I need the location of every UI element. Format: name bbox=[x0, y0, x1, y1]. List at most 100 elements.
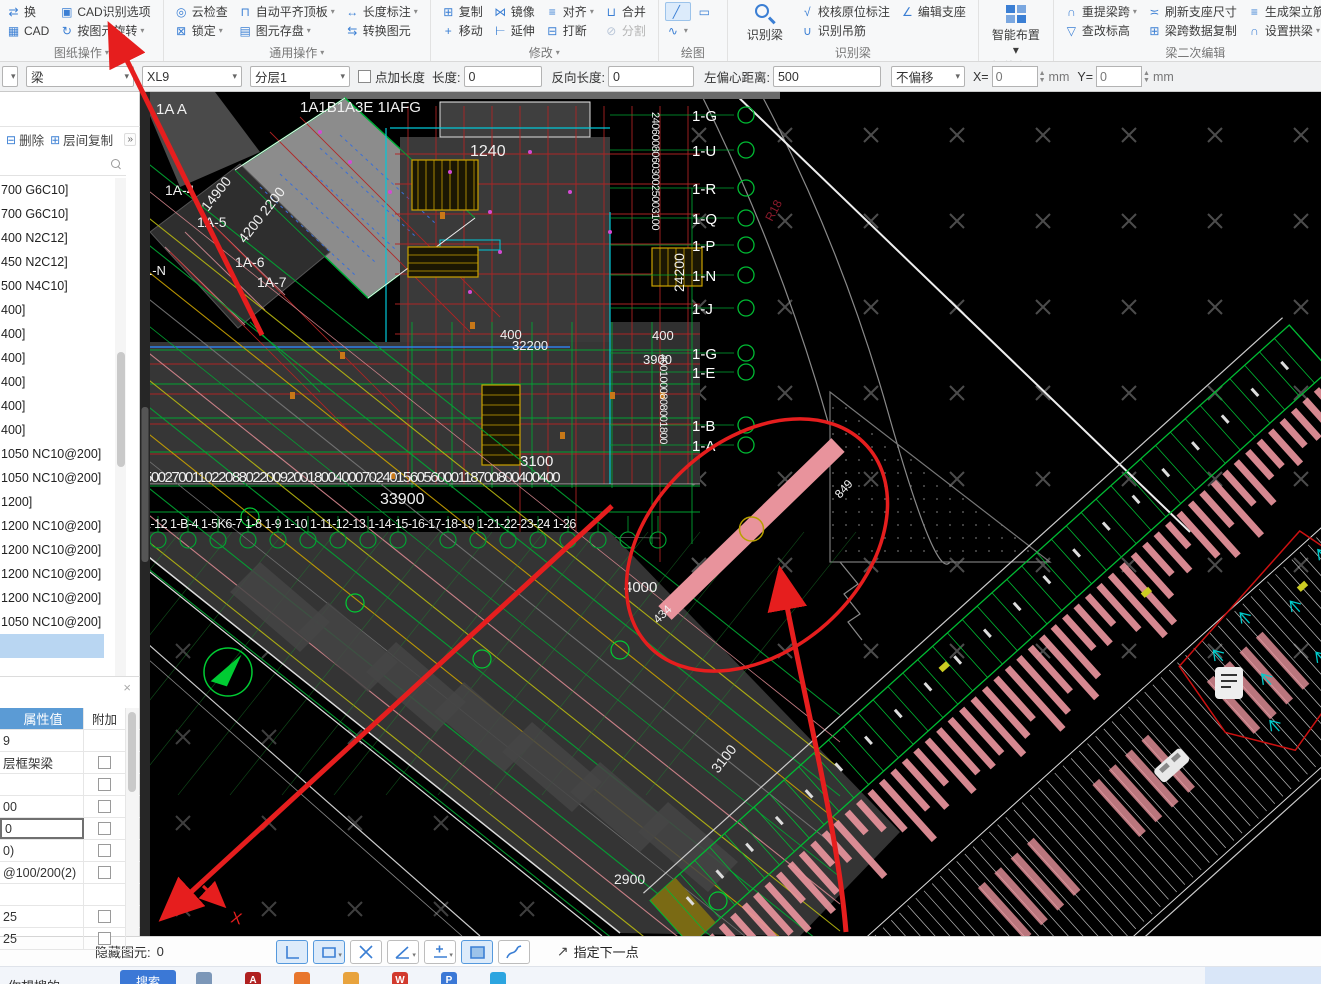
button-replace[interactable]: ⇄ 换 bbox=[2, 2, 53, 21]
button-层间复制[interactable]: ⊞ 层间复制 bbox=[50, 130, 113, 149]
list-item[interactable]: 400] bbox=[0, 370, 126, 394]
button-rebeam[interactable]: ∩ 重提梁跨 ▾ bbox=[1060, 2, 1141, 21]
plus-length-button[interactable]: ▾ bbox=[423, 939, 456, 964]
button-check[interactable]: √ 校核原位标注 bbox=[796, 2, 894, 21]
list-scrollbar[interactable] bbox=[115, 178, 126, 676]
button-convert[interactable]: ⇆ 转换图元 bbox=[341, 21, 422, 40]
button-lendim[interactable]: ↔ 长度标注 ▾ bbox=[341, 2, 422, 21]
attach-checkbox[interactable] bbox=[98, 822, 111, 835]
spinner-arrows[interactable]: ▲ ▼ bbox=[1039, 70, 1046, 84]
attach-checkbox[interactable] bbox=[98, 800, 111, 813]
dropdown-stub[interactable]: ▾ bbox=[2, 66, 18, 87]
button-rotate[interactable]: ↻ 按图元旋转 ▾ bbox=[55, 21, 154, 40]
firefox-icon[interactable] bbox=[294, 972, 310, 984]
property-value-cell[interactable]: 层框架梁 bbox=[0, 752, 84, 773]
button-copyspan[interactable]: ⊞ 梁跨数据复制 bbox=[1143, 21, 1241, 40]
dropdown-梁[interactable]: 梁 ▾ bbox=[26, 66, 134, 87]
list-item[interactable]: 1200 NC10@200] bbox=[0, 538, 126, 562]
attach-checkbox[interactable] bbox=[98, 756, 111, 769]
button-cadopt[interactable]: ▣ CAD识别选项 bbox=[55, 2, 154, 21]
property-value-cell[interactable]: 25 bbox=[0, 906, 84, 927]
input-反向长度[interactable]: 0 bbox=[607, 66, 694, 87]
scrollbar-thumb[interactable] bbox=[116, 352, 125, 467]
button-删除[interactable]: ⊟ 删除 bbox=[6, 130, 44, 149]
list-item[interactable] bbox=[0, 634, 104, 658]
list-item[interactable]: 400 N2C12] bbox=[0, 226, 126, 250]
polyline-arrow-button[interactable] bbox=[497, 939, 530, 964]
calculator-icon[interactable] bbox=[196, 972, 212, 984]
button-mirror[interactable]: ⋈ 镜像 bbox=[489, 2, 539, 21]
list-item[interactable]: 400] bbox=[0, 322, 126, 346]
list-item[interactable]: 400] bbox=[0, 418, 126, 442]
taskbar-search-button[interactable]: 搜索 bbox=[120, 970, 176, 984]
ribbon-group-label[interactable]: 修改 ▾ bbox=[437, 44, 652, 61]
list-item[interactable]: 1200 NC10@200] bbox=[0, 586, 126, 610]
expand-button[interactable]: » bbox=[124, 133, 136, 146]
button-move[interactable]: + 移动 bbox=[437, 21, 487, 40]
property-value-cell[interactable]: @100/200(2) bbox=[0, 862, 84, 883]
list-item[interactable]: 1050 NC10@200] bbox=[0, 610, 126, 634]
list-item[interactable]: 400] bbox=[0, 298, 126, 322]
attach-checkbox[interactable] bbox=[98, 866, 111, 879]
list-item[interactable]: 1200 NC10@200] bbox=[0, 514, 126, 538]
spin-input-X[interactable]: 0 bbox=[991, 66, 1038, 87]
list-item[interactable]: 450 N2C12] bbox=[0, 250, 126, 274]
button-elev[interactable]: ▽ 查改标高 bbox=[1060, 21, 1141, 40]
button-brk[interactable]: ⊟ 打断 bbox=[541, 21, 598, 40]
attach-checkbox[interactable] bbox=[98, 844, 111, 857]
property-value-cell[interactable]: 25 bbox=[0, 928, 84, 949]
ribbon-group-label[interactable]: 图纸操作 ▾ bbox=[6, 44, 157, 61]
cross-button[interactable] bbox=[349, 939, 382, 964]
autocad-icon[interactable]: A bbox=[245, 972, 261, 984]
ribbon-group-label[interactable]: 通用操作 ▾ bbox=[170, 44, 424, 61]
wps-icon[interactable]: W bbox=[392, 972, 408, 984]
list-item[interactable]: 400] bbox=[0, 346, 126, 370]
list-item[interactable]: 1200 NC10@200] bbox=[0, 562, 126, 586]
list-item[interactable]: 1050 NC10@200] bbox=[0, 442, 126, 466]
canvas-scrollbar-thumb[interactable] bbox=[141, 407, 149, 562]
spin-input-Y[interactable]: 0 bbox=[1096, 66, 1143, 87]
property-value-cell[interactable]: 0) bbox=[0, 840, 84, 861]
close-icon[interactable]: × bbox=[123, 680, 131, 695]
button-align[interactable]: ≡ 对齐 ▾ bbox=[541, 2, 598, 21]
list-item[interactable]: 400] bbox=[0, 394, 126, 418]
button-save[interactable]: ▤ 图元存盘 ▾ bbox=[234, 21, 339, 40]
dynamic-input-button[interactable] bbox=[460, 939, 493, 964]
rect-select-button[interactable]: ▾ bbox=[312, 939, 345, 964]
ortho-button[interactable] bbox=[275, 939, 308, 964]
button-copy[interactable]: ⊞ 复制 bbox=[437, 2, 487, 21]
list-item[interactable]: 1050 NC10@200] bbox=[0, 466, 126, 490]
telegram-icon[interactable] bbox=[490, 972, 506, 984]
list-item[interactable]: 500 N4C10] bbox=[0, 274, 126, 298]
dropdown-XL9[interactable]: XL9 ▾ bbox=[142, 66, 242, 87]
attach-checkbox[interactable] bbox=[98, 910, 111, 923]
dropdown-不偏移[interactable]: 不偏移 ▾ bbox=[890, 66, 965, 87]
property-value-cell[interactable] bbox=[0, 774, 84, 795]
line-icon-button[interactable]: ╱ bbox=[664, 2, 691, 21]
attach-checkbox[interactable] bbox=[98, 932, 111, 945]
attach-checkbox[interactable] bbox=[98, 778, 111, 791]
cad-canvas[interactable]: 1-G 1-U 1-R 1-Q 1-P 1-N 1-J 1-G 1-E 1-B 1-A 1A A 1A… bbox=[140, 92, 1321, 936]
list-item[interactable]: 700 G6C10] bbox=[0, 202, 126, 226]
angle-button[interactable]: ▾ bbox=[386, 939, 419, 964]
rect-icon-button[interactable]: ▭ bbox=[693, 2, 719, 21]
button-support[interactable]: ∠ 编辑支座 bbox=[896, 2, 970, 21]
button-lock[interactable]: ⊠ 锁定 ▾ bbox=[170, 21, 232, 40]
list-item[interactable]: 1200] bbox=[0, 490, 126, 514]
spinner-arrows[interactable]: ▲ ▼ bbox=[1143, 70, 1150, 84]
button-cad[interactable]: ▦ CAD bbox=[2, 21, 53, 40]
button-arch[interactable]: ∩ 设置拱梁 ▾ bbox=[1243, 21, 1321, 40]
checkbox-point-add-length[interactable] bbox=[358, 70, 371, 83]
dropdown-分层1[interactable]: 分层1 ▾ bbox=[250, 66, 350, 87]
search-input[interactable] bbox=[0, 154, 126, 176]
property-scrollbar[interactable] bbox=[126, 708, 139, 936]
property-value-cell[interactable] bbox=[0, 884, 84, 905]
curve-icon-button[interactable]: ∿ ▾ bbox=[665, 21, 691, 40]
button-genbar[interactable]: ≡ 生成架立筋 bbox=[1243, 2, 1321, 21]
button-refresh[interactable]: ≍ 刷新支座尺寸 bbox=[1143, 2, 1241, 21]
input-长度[interactable]: 0 bbox=[463, 66, 542, 87]
property-value-cell[interactable]: 0 bbox=[0, 818, 84, 839]
property-value-cell[interactable]: 00 bbox=[0, 796, 84, 817]
button-extend[interactable]: ⊢ 延伸 bbox=[489, 21, 539, 40]
pip-icon[interactable]: P bbox=[441, 972, 457, 984]
